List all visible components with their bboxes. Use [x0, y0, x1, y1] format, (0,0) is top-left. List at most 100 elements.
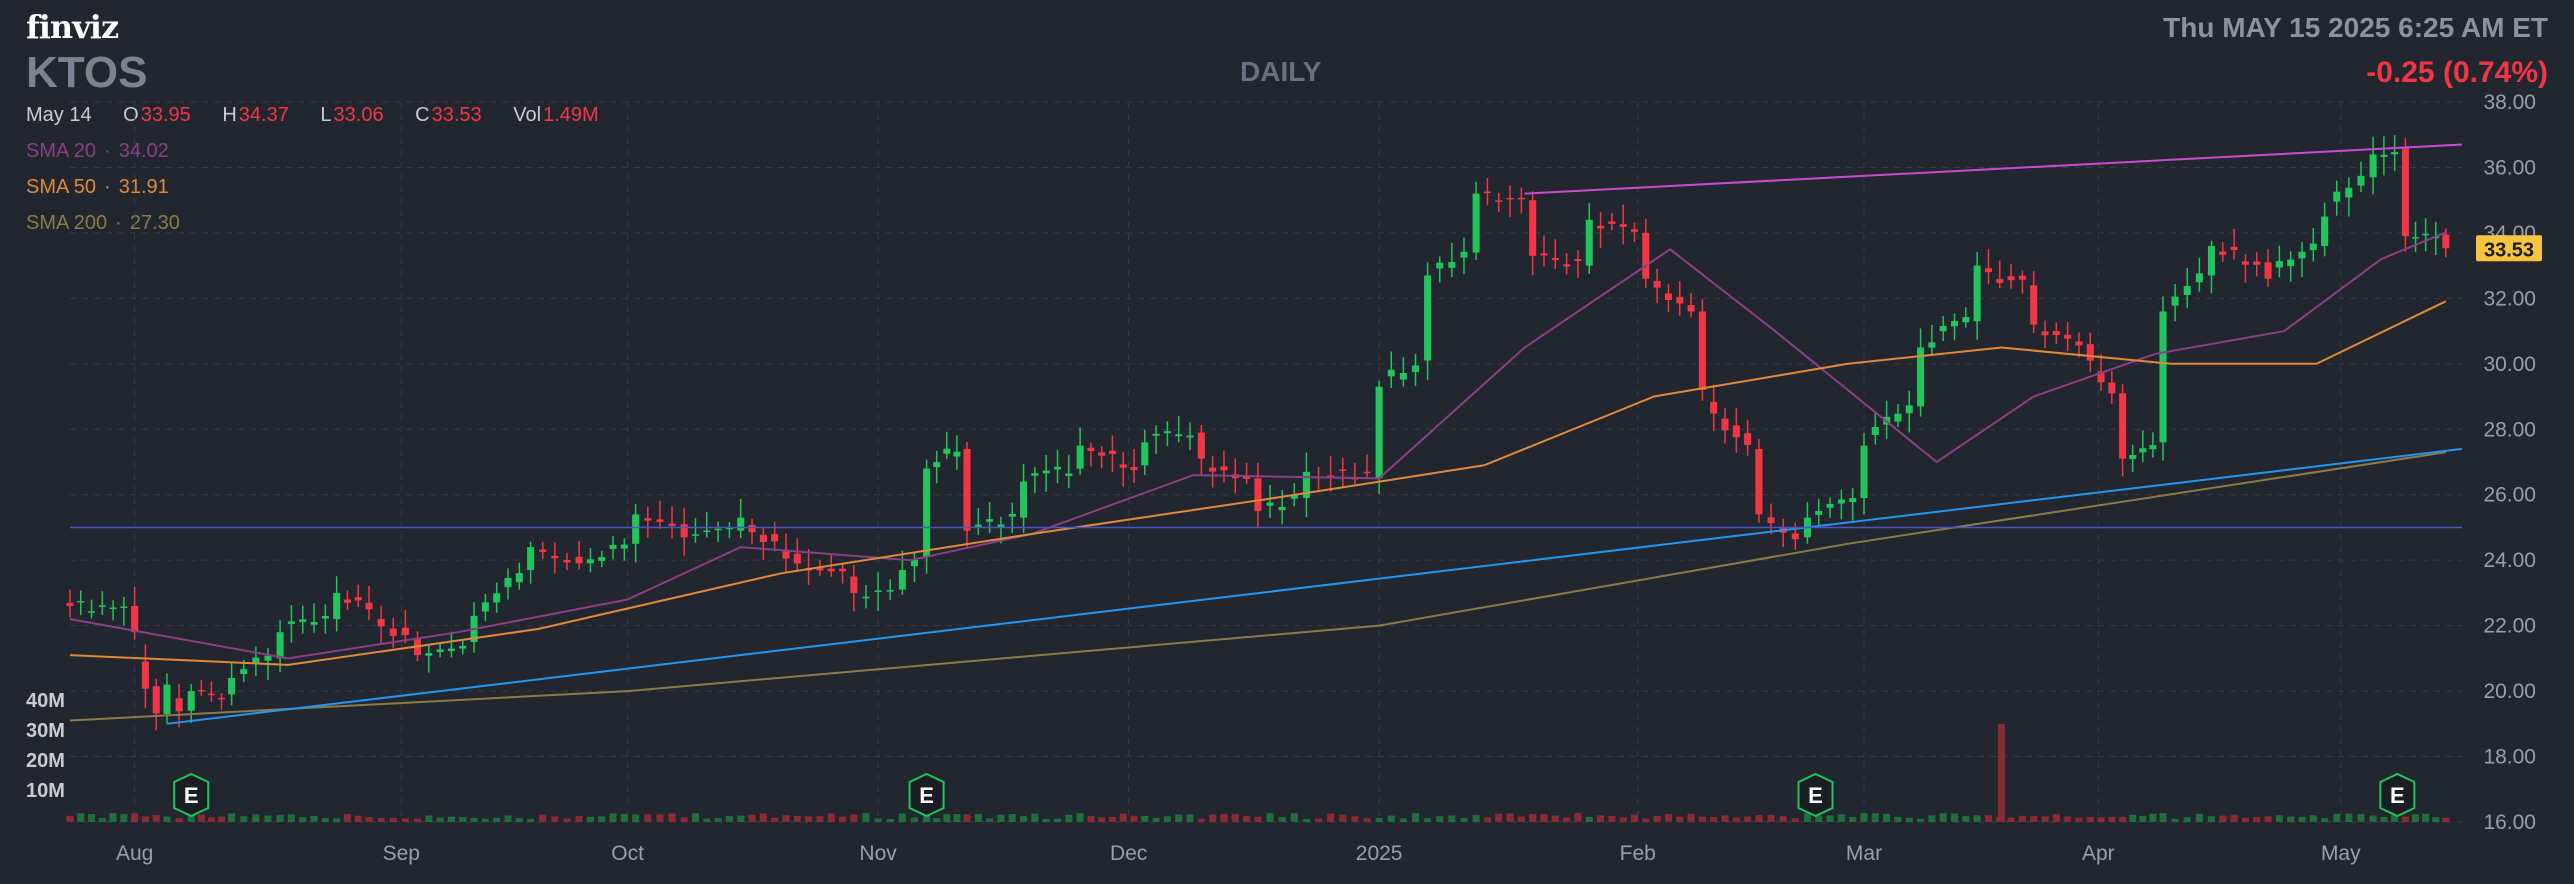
earnings-marker[interactable]: E: [908, 772, 945, 818]
last-price-value: 33.53: [2484, 239, 2534, 261]
volume-bar: [2369, 815, 2377, 822]
volume-bar: [1676, 816, 1684, 822]
candle-body: [1517, 197, 1525, 200]
upper-trendline: [1524, 143, 2463, 195]
volume-bar: [425, 815, 433, 822]
volume-bar: [1939, 813, 1947, 822]
volume-bar: [805, 816, 813, 822]
candle-body: [1411, 365, 1420, 373]
volume-bar: [1399, 818, 1407, 822]
volume-bar: [1732, 817, 1740, 822]
volume-bar: [98, 817, 106, 822]
volume-bar: [1302, 818, 1310, 822]
volume-bar: [2321, 818, 2329, 822]
candle-body: [2219, 251, 2227, 255]
volume-bar: [668, 813, 676, 822]
candle-body: [197, 690, 205, 692]
volume-bar: [1984, 815, 1992, 822]
candle-body: [436, 649, 444, 653]
candle-body: [1152, 433, 1160, 436]
volume-bar: [401, 818, 409, 822]
volume-bar: [1664, 813, 1672, 822]
candle-body: [1460, 251, 1468, 258]
volume-bar: [1290, 813, 1298, 822]
candle-body: [276, 632, 284, 659]
candle-body: [2357, 175, 2365, 186]
candle-body: [598, 557, 606, 561]
candle-body: [1905, 405, 1913, 414]
volume-bar: [131, 813, 139, 822]
volume-bar: [2241, 817, 2249, 822]
volume-bar: [1231, 814, 1239, 822]
candle-body: [287, 621, 295, 624]
x-tick-label: Apr: [2082, 842, 2115, 865]
volume-bar: [493, 817, 501, 822]
candle-body: [2030, 285, 2038, 325]
volume-bar: [1779, 816, 1787, 822]
volume-bar: [2030, 816, 2038, 822]
volume-bar: [2075, 817, 2083, 822]
earnings-marker[interactable]: E: [173, 772, 210, 818]
candle-body: [310, 622, 318, 625]
volume-bar: [551, 816, 559, 822]
volume-bar: [910, 817, 919, 822]
price-chart[interactable]: 16.00 18.00 20.00 22.00 24.00 26.00 28.00 30.00…: [0, 0, 2574, 884]
y-tick-label: 32.00: [2483, 287, 2536, 310]
volume-bar: [632, 814, 640, 822]
candle-body: [2442, 234, 2450, 249]
volume-bar: [2333, 813, 2341, 822]
candle-body: [2007, 276, 2015, 281]
candle-body: [1585, 219, 1593, 266]
volume-bar: [459, 817, 467, 822]
earnings-marker[interactable]: E: [1797, 772, 1834, 818]
volume-bar: [175, 818, 183, 822]
volume-bar: [1375, 817, 1383, 822]
volume-bar: [620, 814, 628, 822]
candle-body: [493, 593, 501, 603]
candle-body: [343, 599, 351, 603]
volume-bar: [1849, 817, 1857, 822]
candle-body: [620, 544, 628, 549]
sma-line: [69, 231, 2447, 660]
candle-body: [2139, 448, 2147, 453]
volume-bar: [1363, 818, 1371, 822]
candle-body: [1495, 200, 1503, 202]
candle-body: [1574, 259, 1582, 262]
earnings-marker[interactable]: E: [2379, 772, 2416, 818]
volume-bar: [1065, 814, 1073, 822]
candle-body: [2391, 152, 2399, 155]
candle-body: [1339, 469, 1347, 472]
volume-bar: [1506, 813, 1514, 822]
volume-bar: [1837, 814, 1845, 822]
volume-bar: [850, 814, 858, 822]
candle-body: [264, 655, 272, 661]
candle-body: [141, 661, 149, 689]
candle-body: [2183, 285, 2191, 295]
volume-bar: [1608, 816, 1616, 822]
volume-bar: [1860, 813, 1868, 822]
volume-bar: [2401, 816, 2409, 822]
volume-bar: [321, 818, 329, 822]
candle-body: [1767, 517, 1775, 524]
candle-body: [1732, 425, 1740, 438]
y-tick-label: 16.00: [2483, 811, 2536, 834]
candle-body: [793, 553, 801, 564]
volume-bar: [389, 817, 397, 822]
candle-body: [217, 697, 226, 700]
candle-body: [1076, 445, 1084, 469]
y-tick-label: 36.00: [2483, 156, 2536, 179]
volume-bar: [264, 815, 272, 822]
volume-bar: [1744, 816, 1752, 822]
candle-body: [120, 606, 128, 609]
candle-body: [1894, 413, 1902, 422]
volume-bar: [1020, 816, 1028, 822]
volume-bar: [2159, 813, 2167, 822]
volume-bar: [598, 816, 606, 822]
volume-bar: [1254, 816, 1262, 822]
volume-bar: [1314, 818, 1323, 822]
candle-body: [1042, 470, 1050, 474]
candle-body: [2321, 216, 2329, 246]
candle-body: [933, 462, 941, 468]
candle-body: [1984, 268, 1992, 273]
x-tick-label: Nov: [859, 842, 897, 865]
